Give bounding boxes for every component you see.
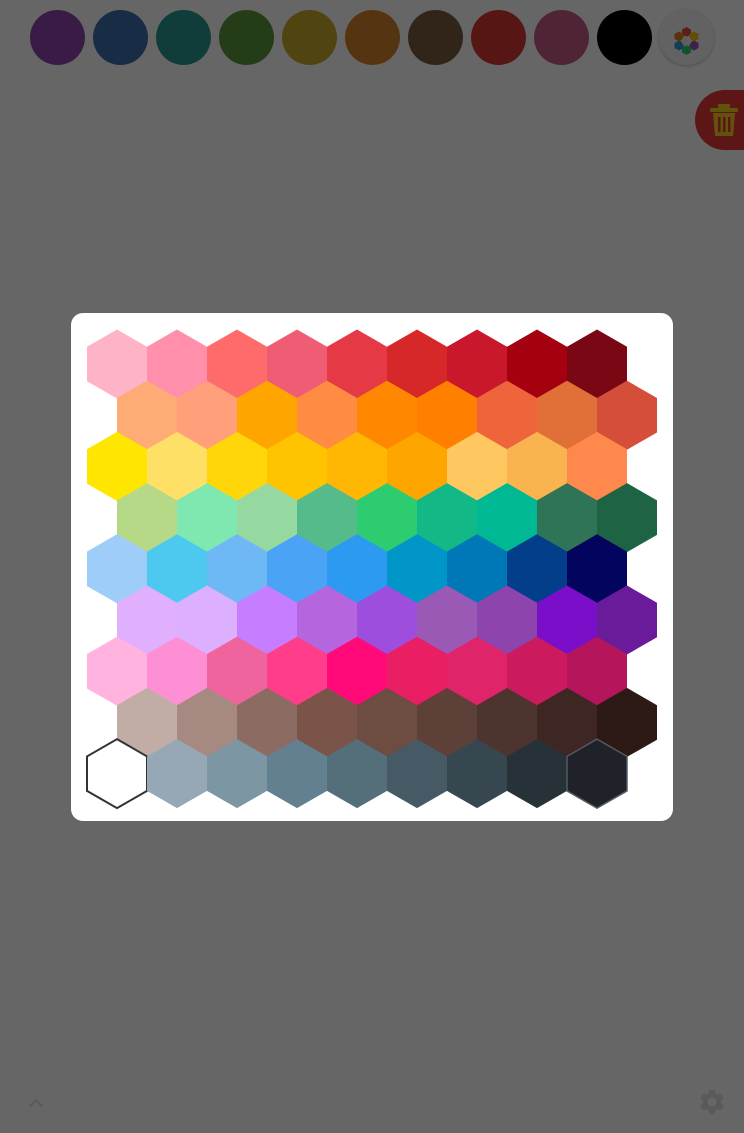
expand-button[interactable]	[22, 1088, 50, 1116]
hex-color-grid	[86, 329, 657, 810]
color-picker-dialog	[71, 313, 673, 821]
chevron-up-icon	[28, 1098, 44, 1108]
settings-button[interactable]	[697, 1087, 727, 1117]
gear-icon	[700, 1090, 724, 1114]
